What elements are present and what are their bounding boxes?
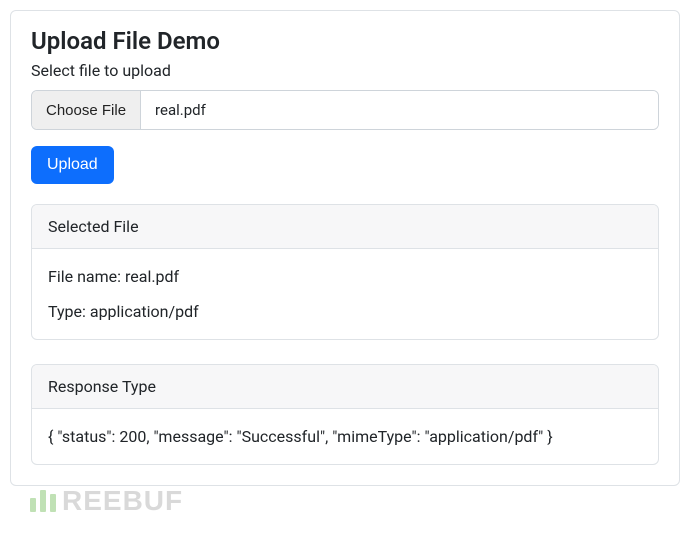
- file-type-line: Type: application/pdf: [48, 302, 642, 321]
- watermark: REEBUF: [30, 485, 183, 517]
- upload-demo-panel: Upload File Demo Select file to upload C…: [10, 10, 680, 486]
- watermark-text: REEBUF: [62, 485, 183, 517]
- choose-file-button[interactable]: Choose File: [32, 91, 141, 129]
- page-subtitle: Select file to upload: [31, 61, 659, 80]
- selected-file-card: Selected File File name: real.pdf Type: …: [31, 204, 659, 340]
- response-json-text: { "status": 200, "message": "Successful"…: [48, 427, 642, 446]
- selected-file-name: real.pdf: [141, 91, 658, 129]
- watermark-bars-icon: [30, 490, 56, 512]
- selected-file-card-header: Selected File: [32, 205, 658, 249]
- page-title: Upload File Demo: [31, 27, 659, 55]
- file-input[interactable]: Choose File real.pdf: [31, 90, 659, 130]
- upload-button[interactable]: Upload: [31, 146, 114, 184]
- file-name-line: File name: real.pdf: [48, 267, 642, 286]
- selected-file-card-body: File name: real.pdf Type: application/pd…: [32, 249, 658, 339]
- response-card: Response Type { "status": 200, "message"…: [31, 364, 659, 465]
- response-card-body: { "status": 200, "message": "Successful"…: [32, 409, 658, 464]
- response-card-header: Response Type: [32, 365, 658, 409]
